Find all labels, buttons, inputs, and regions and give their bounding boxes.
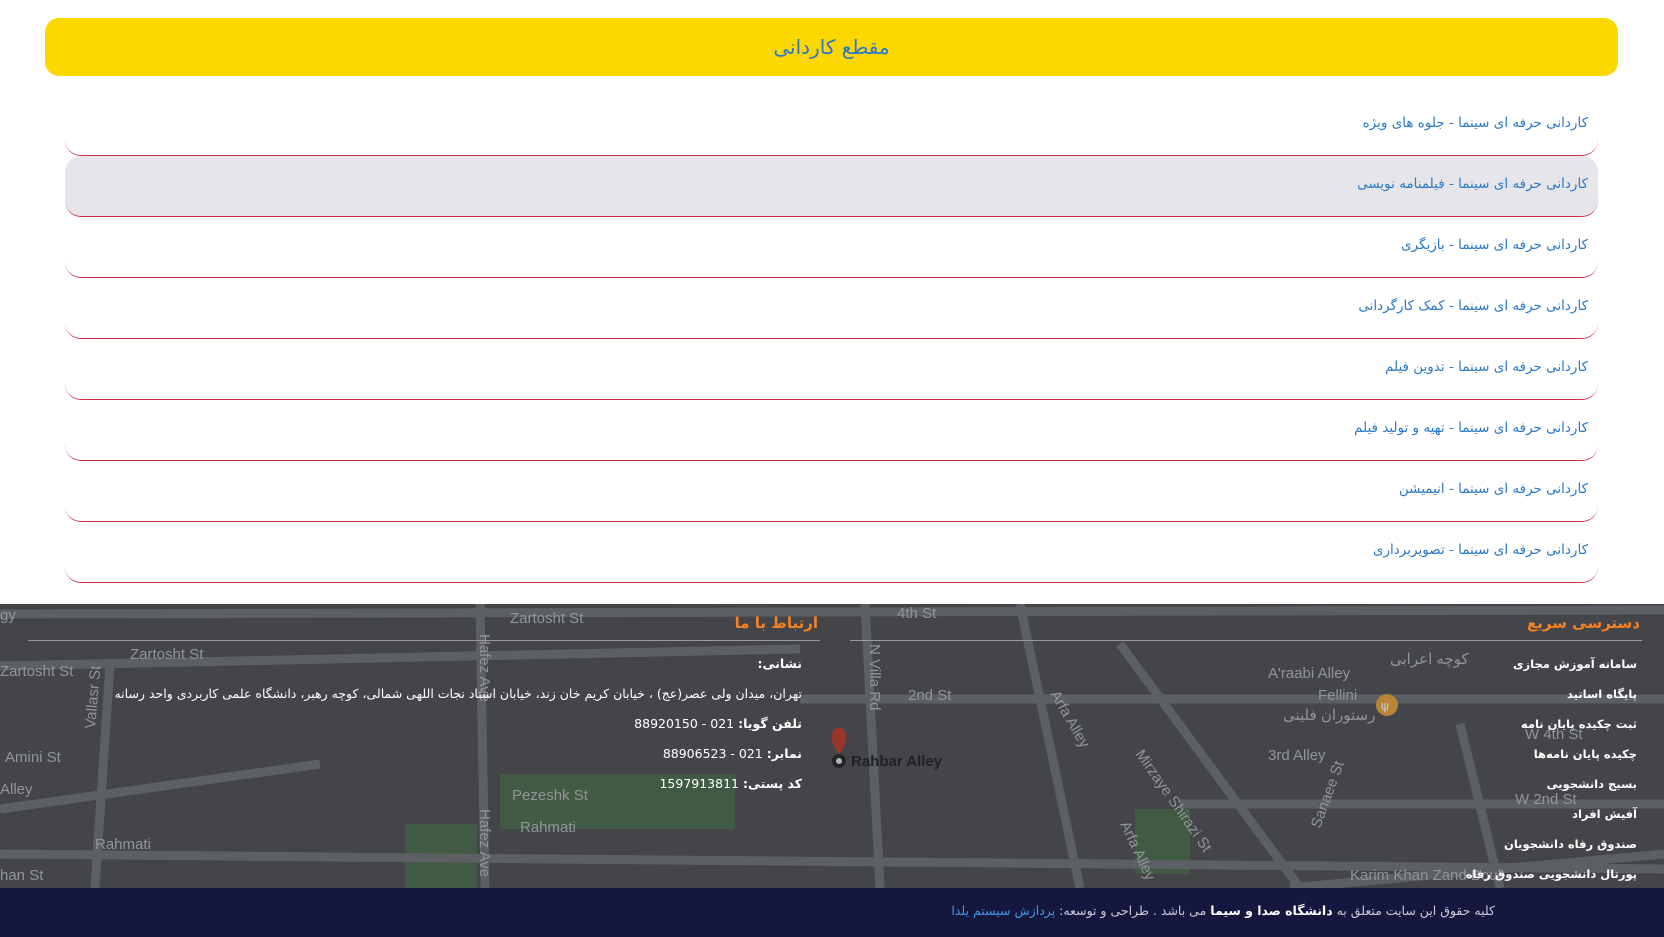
copyright-prefix: کلیه حقوق این سایت متعلق به: [1336, 903, 1495, 918]
program-item[interactable]: کاردانی حرفه ای سینما - بازیگری: [65, 217, 1598, 278]
footer: Zartosht St Zartosht St Zartosht St 4th …: [0, 604, 1664, 888]
address-text: تهران، میدان ولی عصر(عج) ، خیابان کریم خ…: [114, 686, 802, 701]
program-item[interactable]: کاردانی حرفه ای سینما - کمک کارگردانی: [65, 278, 1598, 339]
program-link[interactable]: کاردانی حرفه ای سینما - تصویربرداری: [1373, 542, 1588, 558]
quick-access-title: دسترسی سریع: [1526, 614, 1640, 632]
program-item[interactable]: کاردانی حرفه ای سینما - فیلمنامه نویسی: [65, 156, 1598, 217]
section-header: مقطع کاردانی: [45, 18, 1618, 76]
quick-link[interactable]: سامانه آموزش مجازی: [850, 649, 1637, 679]
address-label: نشانی:: [757, 656, 802, 671]
postal-label: کد پستی:: [742, 776, 802, 791]
phone-label: تلفن گویا:: [738, 716, 802, 731]
copyright-bar: کلیه حقوق این سایت متعلق به دانشگاه صدا …: [0, 888, 1664, 937]
section-title: مقطع کاردانی: [773, 35, 890, 59]
quick-link[interactable]: پایگاه اساتید: [850, 679, 1637, 709]
phone-number: 021 - 88920150: [634, 716, 735, 731]
fax-label: نمابر:: [766, 746, 802, 761]
postal-code: 1597913811: [659, 776, 739, 791]
quick-link[interactable]: پورتال دانشجویی صندوق رفاه: [850, 859, 1637, 888]
copyright-text: کلیه حقوق این سایت متعلق به دانشگاه صدا …: [951, 903, 1495, 918]
program-item[interactable]: کاردانی حرفه ای سینما - تدوین فیلم: [65, 339, 1598, 400]
program-link[interactable]: کاردانی حرفه ای سینما - تهیه و تولید فیل…: [1354, 420, 1588, 436]
contact-info: نشانی: تهران، میدان ولی عصر(عج) ، خیابان…: [28, 649, 820, 799]
developer-link[interactable]: پردازش سیستم یلدا: [951, 903, 1055, 918]
copyright-brand: دانشگاه صدا و سیما: [1210, 903, 1333, 918]
program-link[interactable]: کاردانی حرفه ای سینما - انیمیشن: [1399, 481, 1588, 497]
quick-link[interactable]: صندوق رفاه دانشجویان: [850, 829, 1637, 859]
quick-access-section: دسترسی سریع سامانه آموزش مجازی پایگاه اس…: [850, 614, 1642, 888]
program-item[interactable]: کاردانی حرفه ای سینما - جلوه های ویژه: [65, 95, 1598, 156]
quick-link[interactable]: ثبت چکیده پایان نامه: [850, 709, 1637, 739]
quick-access-list: سامانه آموزش مجازی پایگاه اساتید ثبت چکی…: [850, 649, 1642, 888]
program-link[interactable]: کاردانی حرفه ای سینما - کمک کارگردانی: [1358, 298, 1588, 314]
quick-link[interactable]: چکیده پایان نامه‌ها: [850, 739, 1637, 769]
program-link[interactable]: کاردانی حرفه ای سینما - تدوین فیلم: [1385, 359, 1588, 375]
contact-title: ارتباط با ما: [734, 614, 818, 632]
divider: [850, 640, 1642, 641]
program-list: کاردانی حرفه ای سینما - جلوه های ویژه کا…: [65, 95, 1598, 583]
program-item[interactable]: کاردانی حرفه ای سینما - تهیه و تولید فیل…: [65, 400, 1598, 461]
program-item[interactable]: کاردانی حرفه ای سینما - تصویربرداری: [65, 522, 1598, 583]
divider: [28, 640, 820, 641]
copyright-middle: می باشد . طراحی و توسعه:: [1059, 903, 1207, 918]
quick-link[interactable]: بسیج دانشجویی: [850, 769, 1637, 799]
program-item[interactable]: کاردانی حرفه ای سینما - انیمیشن: [65, 461, 1598, 522]
quick-link[interactable]: آفیش افراد: [850, 799, 1637, 829]
program-link[interactable]: کاردانی حرفه ای سینما - جلوه های ویژه: [1363, 115, 1588, 131]
program-link[interactable]: کاردانی حرفه ای سینما - بازیگری: [1401, 237, 1588, 253]
fax-number: 021 - 88906523: [662, 746, 763, 761]
program-link[interactable]: کاردانی حرفه ای سینما - فیلمنامه نویسی: [1357, 176, 1588, 192]
contact-section: ارتباط با ما نشانی: تهران، میدان ولی عصر…: [28, 614, 820, 799]
